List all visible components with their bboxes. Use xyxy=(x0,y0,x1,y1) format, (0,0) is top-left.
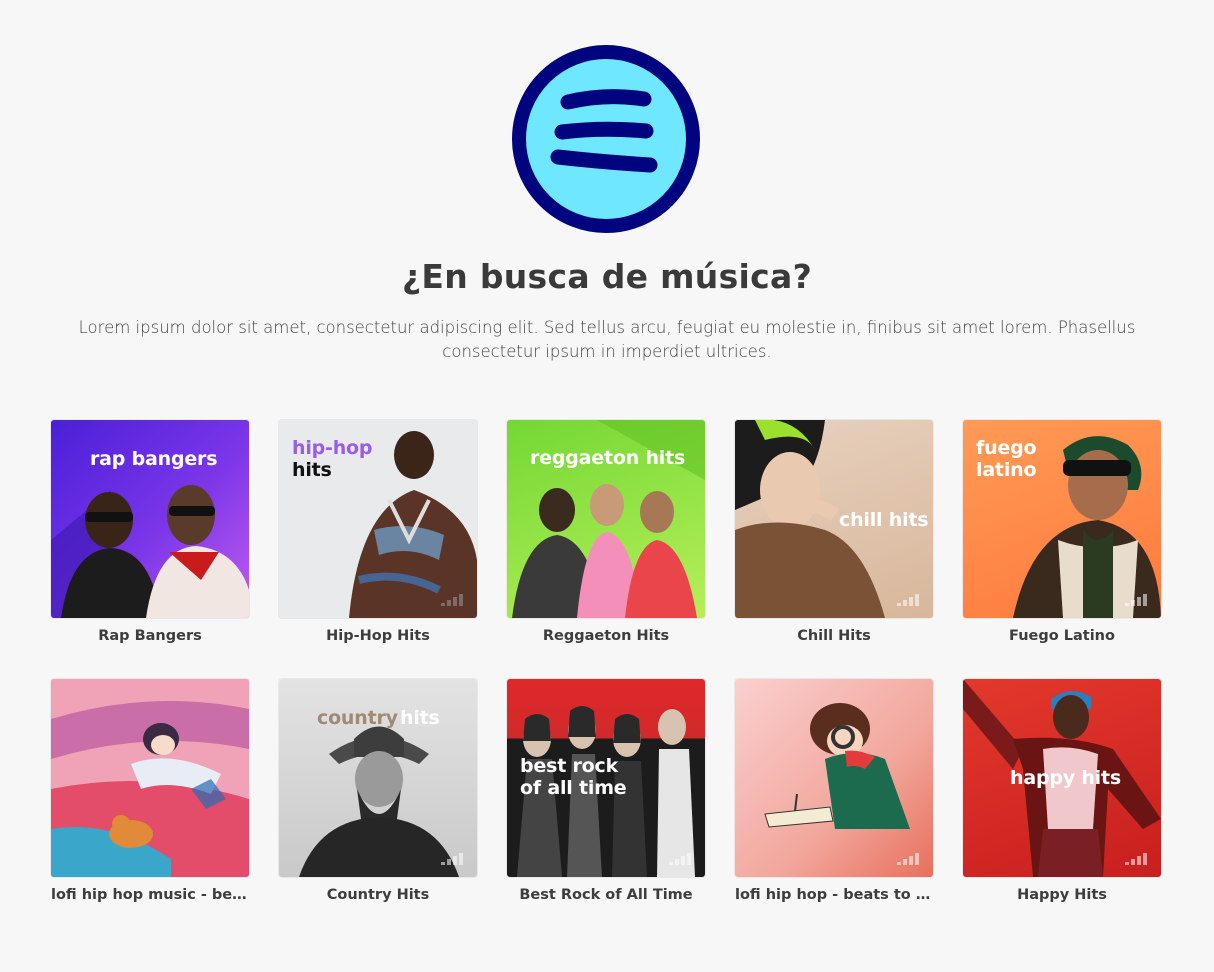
playlist-cover[interactable]: fuego latino xyxy=(963,420,1161,618)
deezer-icon xyxy=(897,853,919,865)
playlist-label[interactable]: Reggaeton Hits xyxy=(507,628,705,644)
cover-title: best rock xyxy=(520,755,619,777)
cover-title: rap bangers xyxy=(90,448,218,470)
music-waves-logo xyxy=(510,43,702,235)
playlist-card-happy-hits[interactable]: happy hits Happy Hits xyxy=(963,679,1161,903)
anime-illustration xyxy=(51,679,249,877)
playlist-cover[interactable] xyxy=(735,679,933,877)
playlist-label[interactable]: lofi hip hop music - beat… xyxy=(51,887,249,903)
playlist-cover[interactable]: best rock of all time xyxy=(507,679,705,877)
cover-title: country xyxy=(317,707,398,729)
anime-illustration xyxy=(764,703,910,829)
cover-title: hip-hop xyxy=(292,437,373,459)
cover-title: happy hits xyxy=(1010,767,1121,789)
playlist-cover[interactable]: rap bangers xyxy=(51,420,249,618)
playlist-cover[interactable]: happy hits xyxy=(963,679,1161,877)
deezer-icon xyxy=(1125,853,1147,865)
playlist-cover[interactable]: country hits xyxy=(279,679,477,877)
cover-title: reggaeton hits xyxy=(530,447,686,469)
playlist-label[interactable]: lofi hip hop - beats to rel… xyxy=(735,887,933,903)
cover-title: fuego xyxy=(976,437,1037,459)
playlist-label[interactable]: Chill Hits xyxy=(735,628,933,644)
playlist-card-reggaeton-hits[interactable]: reggaeton hits Reggaeton Hits xyxy=(507,420,705,644)
playlist-card-rap-bangers[interactable]: rap bangers Rap Bangers xyxy=(51,420,249,644)
playlist-cover[interactable]: reggaeton hits xyxy=(507,420,705,618)
deezer-icon xyxy=(441,853,463,865)
playlist-card-lofi-hip-hop-beats[interactable]: lofi hip hop - beats to rel… xyxy=(735,679,933,903)
playlist-label[interactable]: Rap Bangers xyxy=(51,628,249,644)
page-subtitle: Lorem ipsum dolor sit amet, consectetur … xyxy=(78,318,1136,361)
deezer-icon xyxy=(897,594,919,606)
playlist-label[interactable]: Fuego Latino xyxy=(963,628,1161,644)
deezer-icon xyxy=(1125,594,1147,606)
playlist-card-fuego-latino[interactable]: fuego latino Fuego Latino xyxy=(963,420,1161,644)
logo-icon xyxy=(512,45,700,233)
playlist-label[interactable]: Country Hits xyxy=(279,887,477,903)
playlist-card-best-rock-of-all-time[interactable]: best rock of all time Best Rock of All T… xyxy=(507,679,705,903)
playlist-card-lofi-hip-hop-music[interactable]: lofi hip hop music - beat… xyxy=(51,679,249,903)
deezer-icon xyxy=(441,594,463,606)
playlist-label[interactable]: Happy Hits xyxy=(963,887,1161,903)
cover-subtitle: hits xyxy=(292,459,332,481)
playlist-card-hip-hop-hits[interactable]: hip-hop hits Hip-Hop Hits xyxy=(279,420,477,644)
cover-title: chill hits xyxy=(839,509,929,531)
deezer-icon xyxy=(669,853,691,865)
playlist-cover[interactable] xyxy=(51,679,249,877)
playlist-card-chill-hits[interactable]: chill hits Chill Hits xyxy=(735,420,933,644)
playlist-cover[interactable]: chill hits xyxy=(735,420,933,618)
cover-subtitle: of all time xyxy=(520,777,627,799)
cover-subtitle: latino xyxy=(976,459,1037,481)
page-title: ¿En busca de música? xyxy=(401,257,813,296)
cover-subtitle: hits xyxy=(400,707,440,729)
playlist-label[interactable]: Best Rock of All Time xyxy=(507,887,705,903)
playlist-label[interactable]: Hip-Hop Hits xyxy=(279,628,477,644)
playlist-cover[interactable]: hip-hop hits xyxy=(279,420,477,618)
playlist-card-country-hits[interactable]: country hits Country Hits xyxy=(279,679,477,903)
